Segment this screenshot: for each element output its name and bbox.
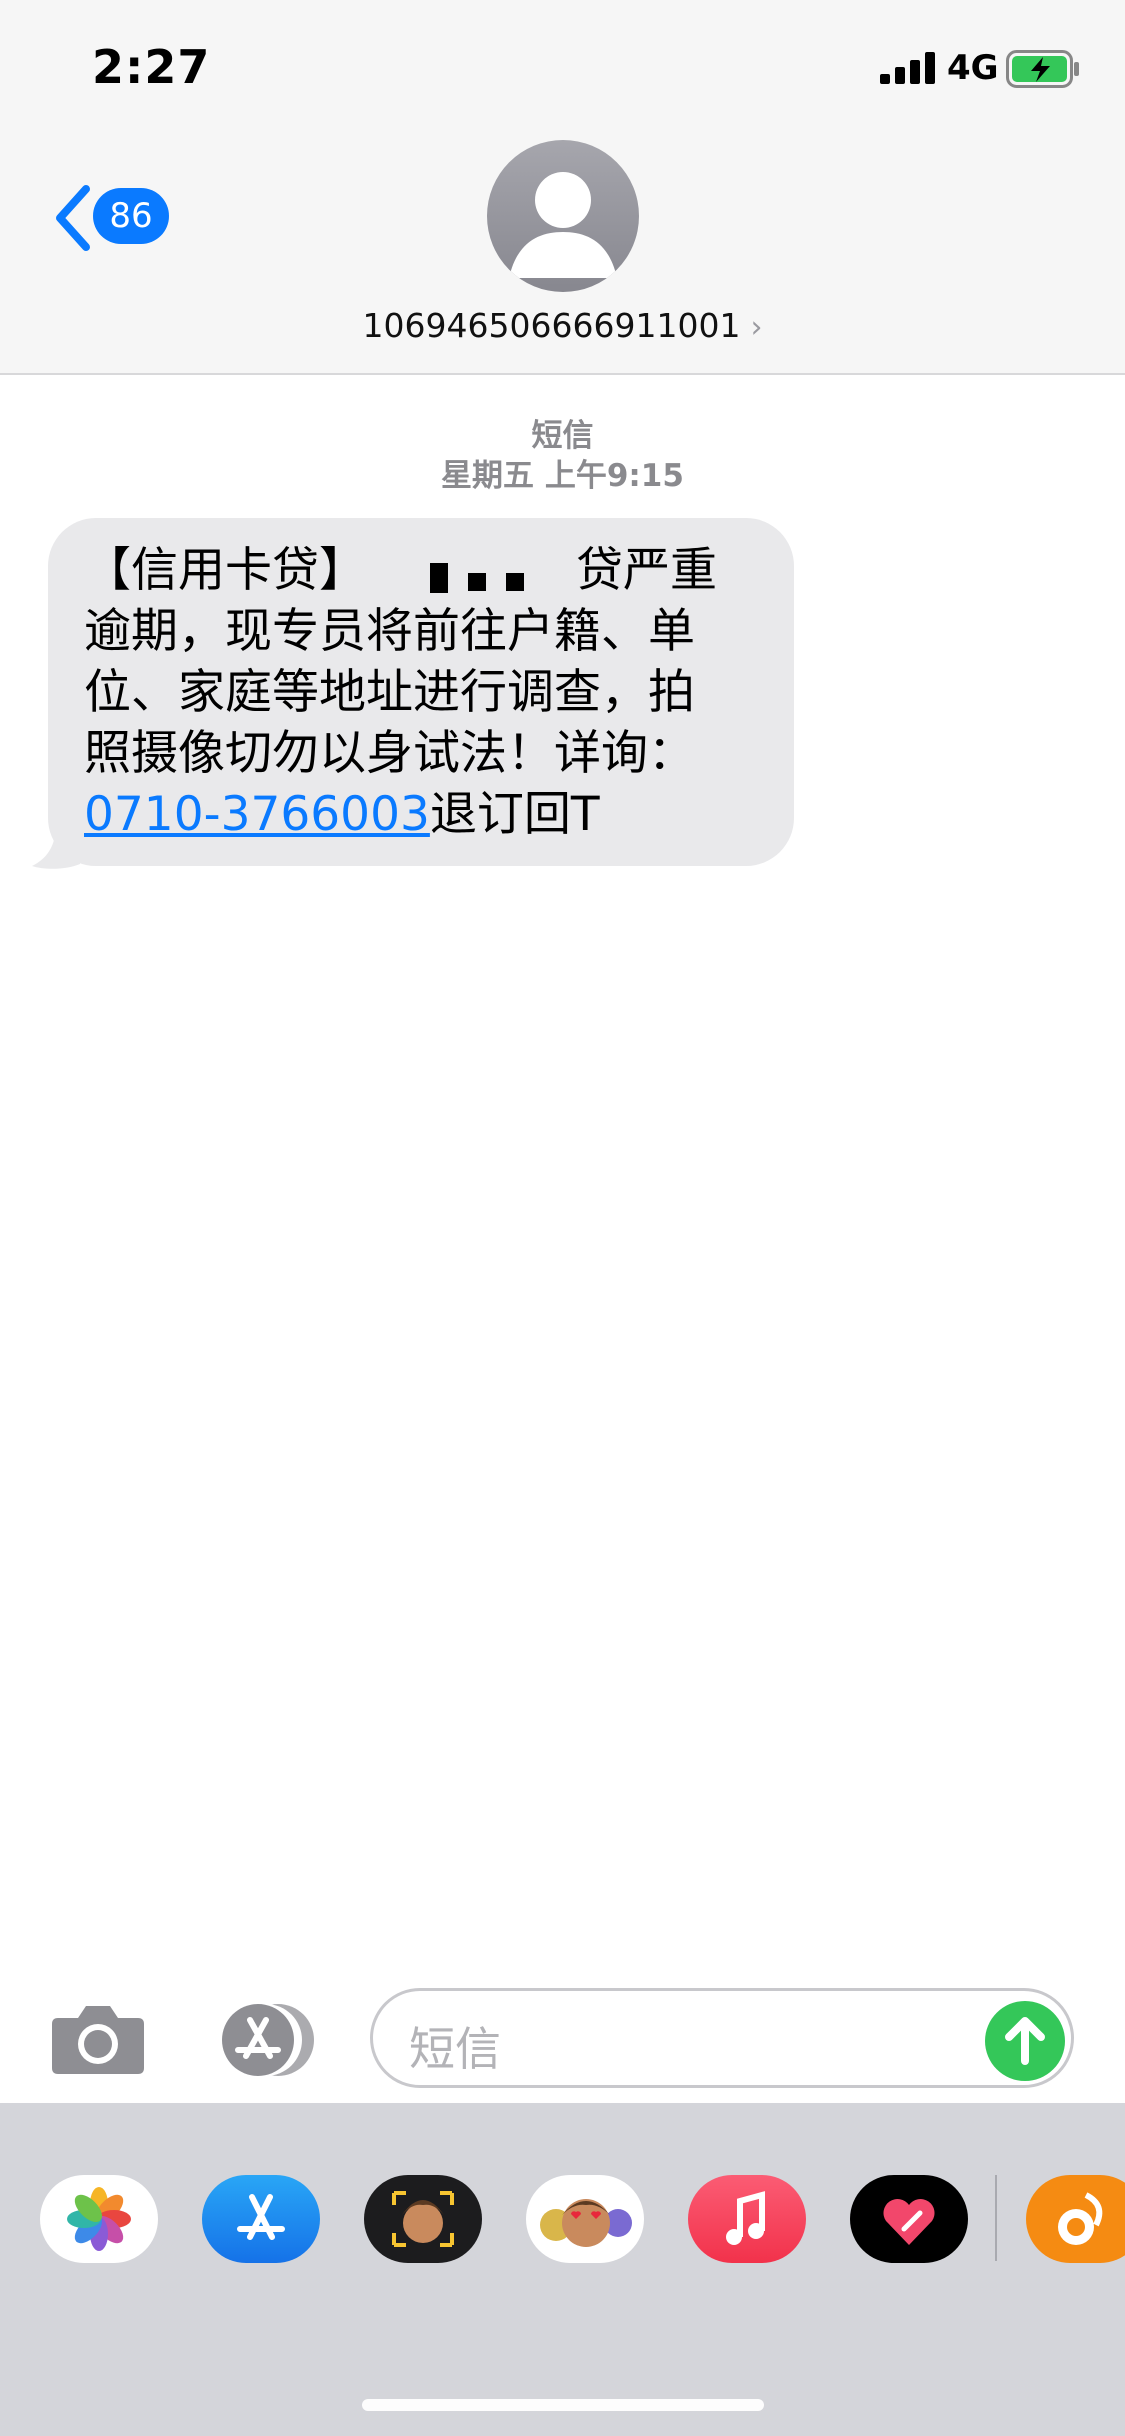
app-store-button-icon[interactable]: [210, 2000, 318, 2080]
message-line-1: 【信用卡贷】 贷严重: [84, 540, 758, 601]
arrow-up-icon: [1005, 2017, 1045, 2065]
message-bubble[interactable]: 【信用卡贷】 贷严重 逾期，现专员将前往户籍、单 位、家庭等地址进行调查，拍 照摄…: [48, 518, 794, 866]
contact-avatar[interactable]: [487, 140, 639, 292]
battery-charging-icon: [1006, 50, 1079, 88]
status-time: 2:27: [92, 40, 211, 94]
memoji-app-icon[interactable]: [364, 2175, 482, 2263]
contact-number[interactable]: 106946506666911001 ›: [300, 306, 825, 345]
message-text: 【信用卡贷】 贷严重 逾期，现专员将前往户籍、单 位、家庭等地址进行调查，拍 照摄…: [84, 540, 758, 845]
message-input-placeholder: 短信: [409, 2022, 501, 2076]
thread-service-label: 短信: [531, 418, 594, 454]
app-drawer-divider: [995, 2175, 997, 2261]
back-unread-badge[interactable]: 86: [93, 188, 169, 244]
message-line-4: 照摄像切勿以身试法！详询：: [84, 726, 695, 781]
app-store-app-icon[interactable]: [202, 2175, 320, 2263]
camera-icon[interactable]: [50, 2000, 146, 2076]
message-line-5: 0710-3766003退订回T: [84, 784, 758, 845]
cellular-signal-icon: [880, 52, 935, 84]
redacted-text: [366, 549, 576, 599]
message-line-1-end: 贷严重: [576, 543, 717, 598]
animoji-app-icon[interactable]: [526, 2175, 644, 2263]
home-indicator[interactable]: [362, 2399, 764, 2411]
back-chevron-icon[interactable]: [50, 183, 96, 253]
contact-number-text: 106946506666911001: [362, 306, 741, 345]
message-line-2: 逾期，现专员将前往户籍、单: [84, 604, 695, 659]
app-drawer: [0, 2103, 1125, 2436]
unsubscribe-text: 退订回T: [429, 787, 600, 842]
digital-touch-app-icon[interactable]: [850, 2175, 968, 2263]
send-button[interactable]: [985, 2001, 1065, 2081]
photos-app-icon[interactable]: [40, 2175, 158, 2263]
person-silhouette-icon: [509, 172, 617, 278]
uc-browser-app-icon[interactable]: [1026, 2175, 1125, 2263]
message-line-3: 位、家庭等地址进行调查，拍: [84, 665, 695, 720]
contact-chevron-icon: ›: [750, 310, 763, 345]
music-app-icon[interactable]: [688, 2175, 806, 2263]
message-input[interactable]: 短信: [370, 1988, 1074, 2088]
phone-number-link[interactable]: 0710-3766003: [84, 787, 430, 842]
thread-timestamp: 星期五 上午9:15: [441, 458, 684, 494]
network-type: 4G: [947, 48, 999, 88]
message-prefix: 【信用卡贷】: [84, 543, 366, 598]
